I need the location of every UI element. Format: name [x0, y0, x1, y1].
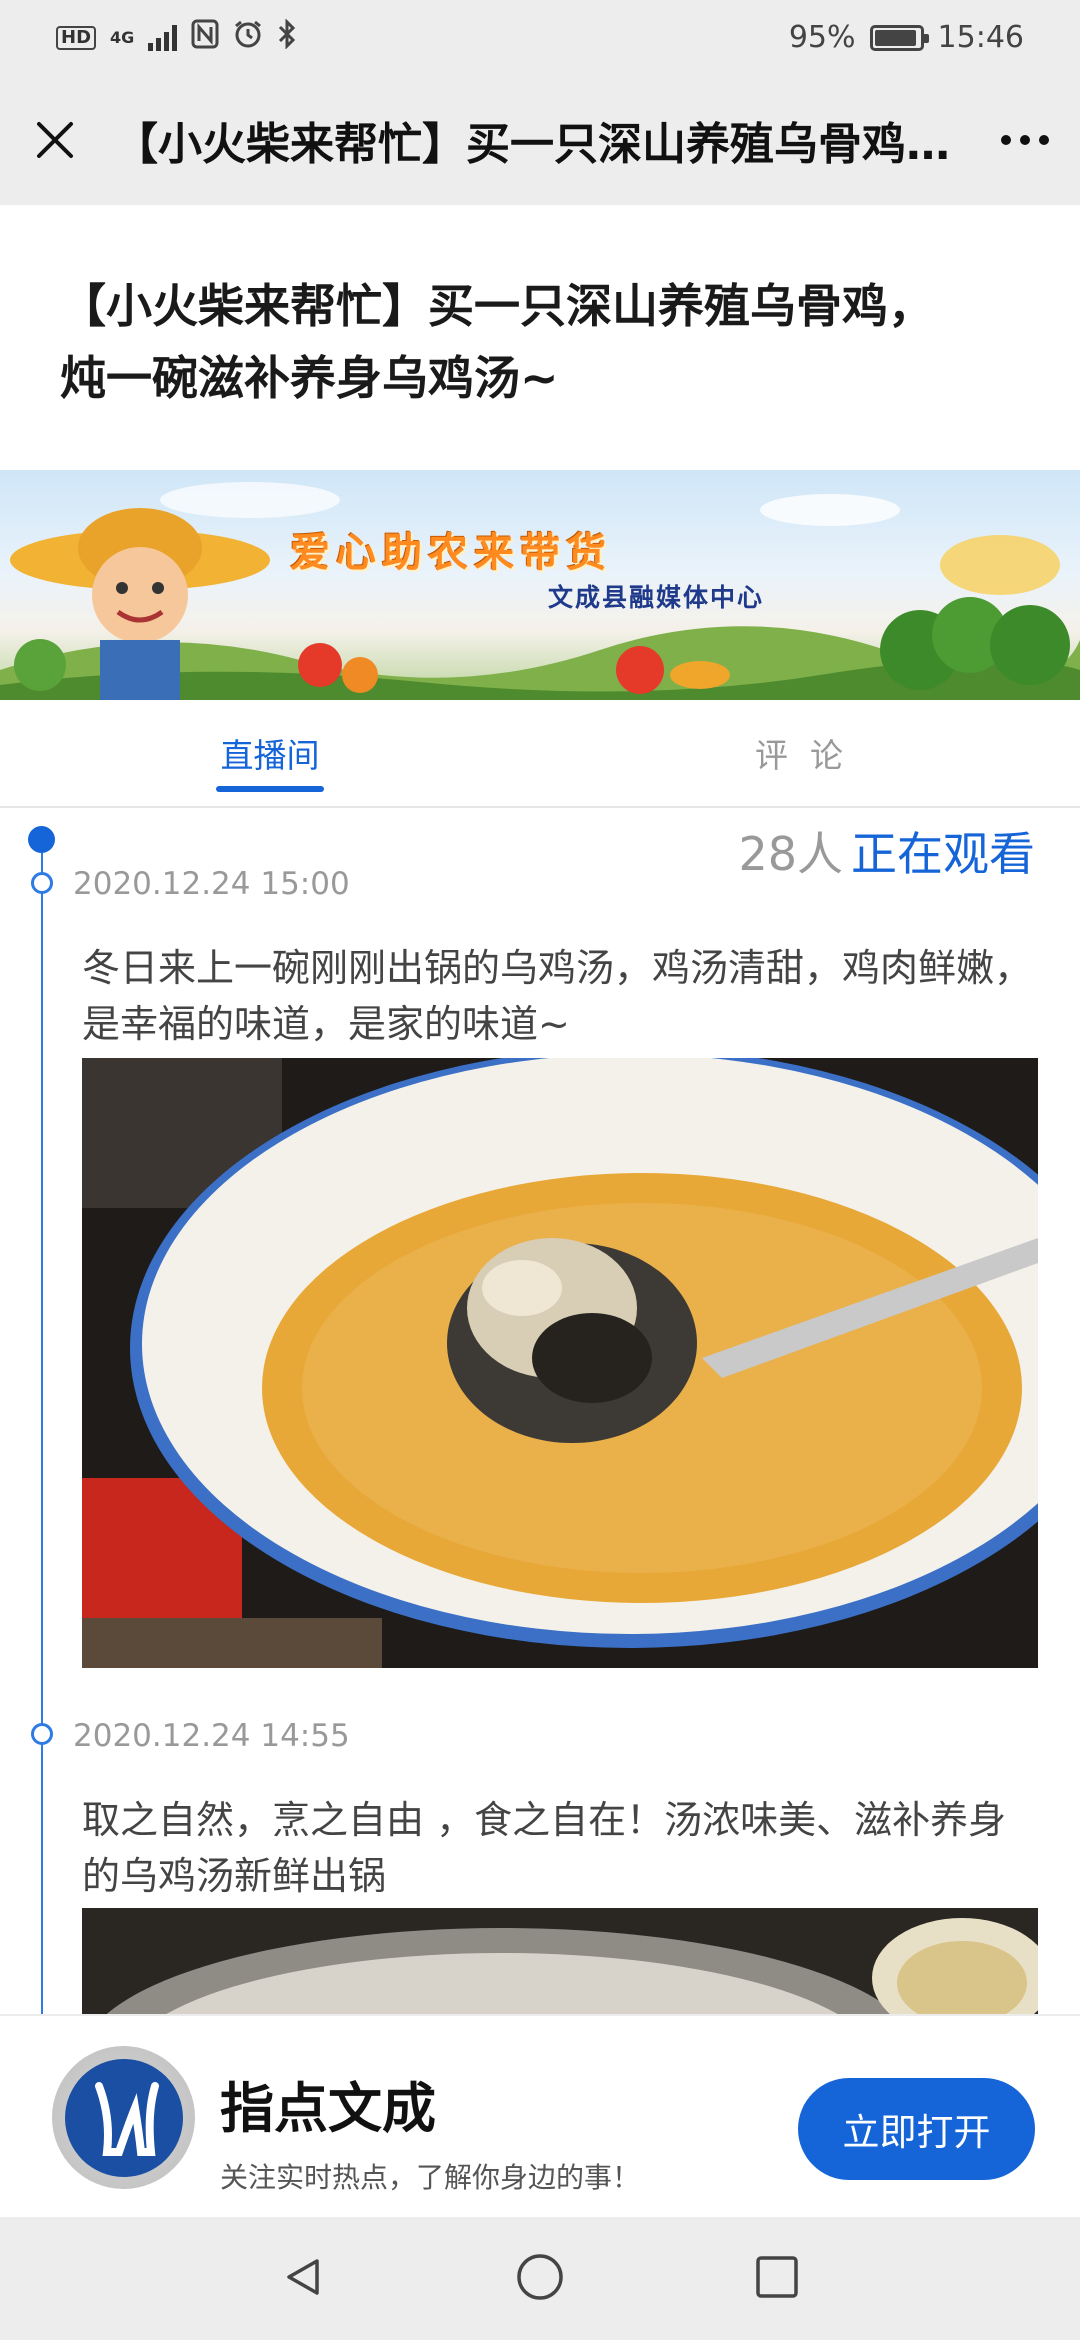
close-button[interactable]	[0, 75, 110, 205]
battery-percent: 95%	[788, 20, 856, 55]
system-nav-bar	[0, 2217, 1080, 2340]
post-photo-soup-bowl[interactable]	[82, 1058, 1038, 1668]
timeline-dot	[31, 872, 53, 894]
post-timestamp: 2020.12.24 14:55	[73, 1718, 350, 1754]
more-button[interactable]	[970, 75, 1080, 205]
banner-image: 爱心助农来带货 文成县融媒体中心	[0, 470, 1080, 700]
battery-icon	[869, 24, 929, 51]
viewer-count: 28人 正在观看	[738, 818, 1035, 884]
recents-icon[interactable]	[755, 2255, 799, 2303]
app-slogan: 关注实时热点，了解你身边的事！	[220, 2161, 641, 2194]
app-name: 指点文成	[220, 2077, 436, 2140]
viewer-number: 28人	[738, 827, 843, 881]
post-text: 冬日来上一碗刚刚出锅的乌鸡汤，鸡汤清甜，鸡肉鲜嫩，是幸福的味道，是家的味道~	[82, 946, 1033, 1046]
nfc-icon	[191, 19, 219, 57]
post-timestamp: 2020.12.24 15:00	[73, 866, 350, 902]
back-icon[interactable]	[281, 2255, 325, 2303]
banner-title: 爱心助农来带货	[290, 529, 612, 576]
page-title: 【小火柴来帮忙】买一只深山养殖乌骨鸡，炖一碗滋补养身乌鸡汤~	[114, 119, 970, 170]
signal-icon	[148, 24, 178, 51]
banner-illustration	[0, 482, 1080, 700]
tab-live-room[interactable]: 直播间	[200, 700, 340, 806]
bluetooth-icon	[277, 17, 297, 57]
app-logo	[52, 2046, 195, 2189]
close-icon	[37, 122, 73, 158]
title-bar: 【小火柴来帮忙】买一只深山养殖乌骨鸡，炖一碗滋补养身乌鸡汤~	[0, 75, 1080, 205]
banner-subtitle: 文成县融媒体中心	[548, 583, 765, 612]
network-type: 4G	[110, 27, 135, 47]
app-promo-bar: 指点文成 关注实时热点，了解你身边的事！ 立即打开	[0, 2014, 1080, 2217]
clock: 15:46	[937, 20, 1024, 55]
status-left-icons: HD 4G	[56, 17, 297, 57]
alarm-icon	[233, 19, 263, 57]
hd-icon: HD	[56, 25, 97, 50]
timeline-dot	[31, 1723, 53, 1745]
open-app-button[interactable]: 立即打开	[798, 2078, 1035, 2180]
timeline-line	[41, 838, 43, 2018]
more-icon	[1001, 135, 1011, 145]
status-bar: HD 4G 95% 15:46	[0, 0, 1080, 75]
app-logo-mark	[94, 2081, 159, 2156]
post-photo-soup-pot[interactable]	[82, 1908, 1038, 2014]
home-icon[interactable]	[515, 2252, 565, 2306]
post-text: 取之自然，烹之自由 ，食之自在！汤浓味美、滋补养身的乌鸡汤新鲜出锅	[82, 1798, 1007, 1898]
tab-comments[interactable]: 评论	[735, 700, 885, 806]
status-right: 95% 15:46	[789, 20, 1024, 55]
article-headline: 【小火柴来帮忙】买一只深山养殖乌骨鸡，炖一碗滋补养身乌鸡汤~	[60, 279, 934, 405]
live-indicator-dot	[28, 826, 55, 853]
tab-bar: 直播间 评论	[0, 700, 1080, 808]
viewer-label: 正在观看	[851, 827, 1035, 881]
